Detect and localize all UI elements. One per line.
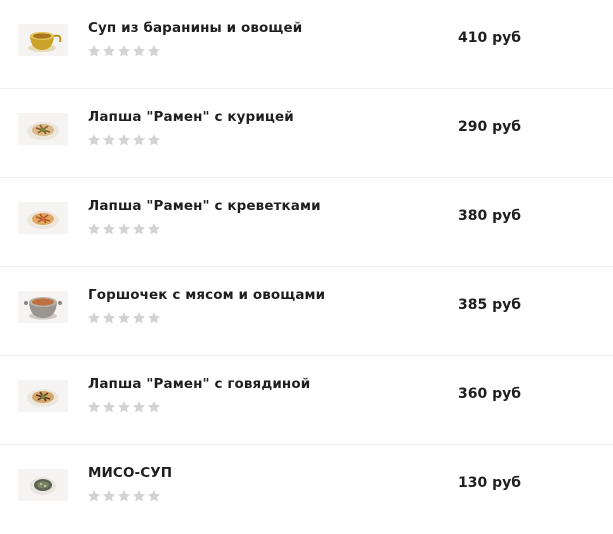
dish-name[interactable]: Лапша "Рамен" с креветками xyxy=(88,198,321,214)
star-icon[interactable] xyxy=(117,311,131,325)
star-icon[interactable] xyxy=(102,222,116,236)
star-icon[interactable] xyxy=(132,489,146,503)
star-icon[interactable] xyxy=(132,311,146,325)
ramen-bowl-icon[interactable] xyxy=(18,202,68,234)
star-icon[interactable] xyxy=(117,489,131,503)
dish-price: 385 руб xyxy=(458,297,522,313)
miso-bowl-icon[interactable] xyxy=(18,469,68,501)
star-icon[interactable] xyxy=(87,489,101,503)
rating-stars[interactable] xyxy=(87,222,161,236)
dish-price: 360 руб xyxy=(458,386,522,402)
list-item[interactable]: Суп из баранины и овощей 410 руб xyxy=(0,0,613,89)
star-icon[interactable] xyxy=(117,44,131,58)
star-icon[interactable] xyxy=(132,222,146,236)
dish-name[interactable]: Лапша "Рамен" с говядиной xyxy=(88,376,310,392)
star-icon[interactable] xyxy=(147,311,161,325)
star-icon[interactable] xyxy=(147,44,161,58)
soup-tureen-icon[interactable] xyxy=(18,24,68,56)
star-icon[interactable] xyxy=(102,133,116,147)
dish-price: 290 руб xyxy=(458,119,522,135)
star-icon[interactable] xyxy=(147,222,161,236)
rating-stars[interactable] xyxy=(87,44,161,58)
star-icon[interactable] xyxy=(132,400,146,414)
ramen-bowl-icon[interactable] xyxy=(18,113,68,145)
list-item[interactable]: Лапша "Рамен" с курицей 290 руб xyxy=(0,89,613,178)
dish-name[interactable]: Горшочек с мясом и овощами xyxy=(88,287,325,303)
rating-stars[interactable] xyxy=(87,133,161,147)
rating-stars[interactable] xyxy=(87,400,161,414)
list-item[interactable]: Лапша "Рамен" с говядиной 360 руб xyxy=(0,356,613,445)
star-icon[interactable] xyxy=(87,222,101,236)
star-icon[interactable] xyxy=(117,133,131,147)
menu-list: Суп из баранины и овощей 410 руб Лапша "… xyxy=(0,0,613,534)
star-icon[interactable] xyxy=(87,44,101,58)
dish-price: 380 руб xyxy=(458,208,522,224)
star-icon[interactable] xyxy=(87,400,101,414)
dish-price: 130 руб xyxy=(458,475,522,491)
dish-name[interactable]: МИСО-СУП xyxy=(88,465,172,481)
star-icon[interactable] xyxy=(87,311,101,325)
dish-name[interactable]: Суп из баранины и овощей xyxy=(88,20,302,36)
star-icon[interactable] xyxy=(102,311,116,325)
rating-stars[interactable] xyxy=(87,311,161,325)
star-icon[interactable] xyxy=(147,489,161,503)
dish-price: 410 руб xyxy=(458,30,522,46)
list-item[interactable]: Лапша "Рамен" с креветками 380 руб xyxy=(0,178,613,267)
ramen-bowl-icon[interactable] xyxy=(18,380,68,412)
star-icon[interactable] xyxy=(132,133,146,147)
list-item[interactable]: Горшочек с мясом и овощами 385 руб xyxy=(0,267,613,356)
star-icon[interactable] xyxy=(102,489,116,503)
star-icon[interactable] xyxy=(102,44,116,58)
star-icon[interactable] xyxy=(147,400,161,414)
clay-pot-icon[interactable] xyxy=(18,291,68,323)
star-icon[interactable] xyxy=(132,44,146,58)
star-icon[interactable] xyxy=(117,400,131,414)
star-icon[interactable] xyxy=(87,133,101,147)
star-icon[interactable] xyxy=(147,133,161,147)
star-icon[interactable] xyxy=(117,222,131,236)
dish-name[interactable]: Лапша "Рамен" с курицей xyxy=(88,109,294,125)
star-icon[interactable] xyxy=(102,400,116,414)
rating-stars[interactable] xyxy=(87,489,161,503)
list-item[interactable]: МИСО-СУП 130 руб xyxy=(0,445,613,534)
